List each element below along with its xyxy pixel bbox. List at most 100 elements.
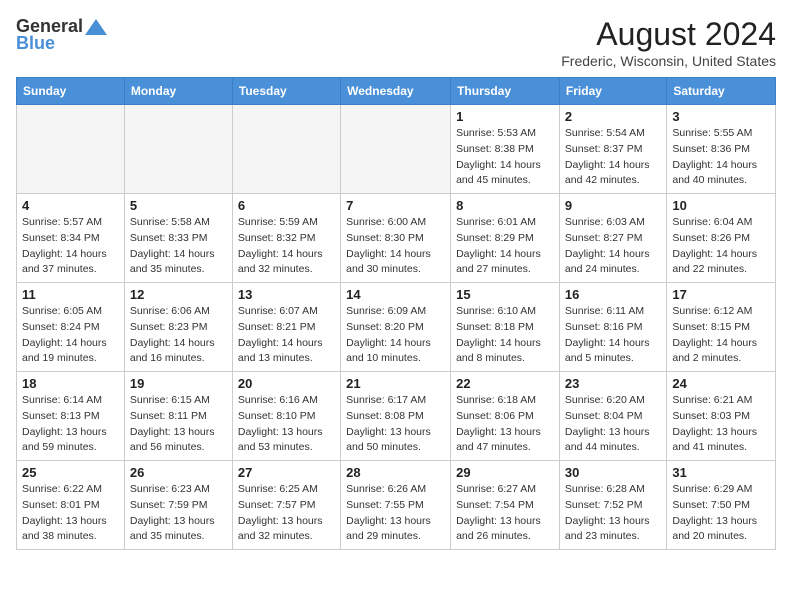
col-friday: Friday — [559, 78, 666, 105]
day-detail: Sunrise: 6:09 AMSunset: 8:20 PMDaylight:… — [346, 304, 445, 367]
day-number: 28 — [346, 465, 445, 480]
day-detail: Sunrise: 6:29 AMSunset: 7:50 PMDaylight:… — [672, 482, 770, 545]
col-sunday: Sunday — [17, 78, 125, 105]
day-number: 1 — [456, 109, 554, 124]
calendar-cell: 22Sunrise: 6:18 AMSunset: 8:06 PMDayligh… — [451, 372, 560, 461]
calendar-cell: 19 Sunrise: 6:15 AMSunset: 8:11 PMDayligh… — [124, 372, 232, 461]
day-number: 19 — [130, 376, 227, 391]
day-number: 20 — [238, 376, 335, 391]
calendar-cell: 29 Sunrise: 6:27 AMSunset: 7:54 PMDayligh… — [451, 461, 560, 550]
calendar-week-row: 4 Sunrise: 5:57 AMSunset: 8:34 PMDaylight… — [17, 194, 776, 283]
calendar-cell: 7Sunrise: 6:00 AMSunset: 8:30 PMDaylight… — [341, 194, 451, 283]
calendar-week-row: 18 Sunrise: 6:14 AMSunset: 8:13 PMDayligh… — [17, 372, 776, 461]
day-number: 10 — [672, 198, 770, 213]
logo-icon — [85, 19, 107, 35]
calendar-cell: 14 Sunrise: 6:09 AMSunset: 8:20 PMDayligh… — [341, 283, 451, 372]
day-detail: Sunrise: 6:27 AMSunset: 7:54 PMDaylight:… — [456, 482, 554, 545]
calendar-cell: 15 Sunrise: 6:10 AMSunset: 8:18 PMDayligh… — [451, 283, 560, 372]
calendar-cell: 18 Sunrise: 6:14 AMSunset: 8:13 PMDayligh… — [17, 372, 125, 461]
calendar-cell — [17, 105, 125, 194]
day-detail: Sunrise: 6:12 AMSunset: 8:15 PMDaylight:… — [672, 304, 770, 367]
calendar-cell: 2 Sunrise: 5:54 AMSunset: 8:37 PMDaylight… — [559, 105, 666, 194]
title-area: August 2024 Frederic, Wisconsin, United … — [561, 16, 776, 69]
day-detail: Sunrise: 6:16 AMSunset: 8:10 PMDaylight:… — [238, 393, 335, 456]
day-detail: Sunrise: 6:14 AMSunset: 8:13 PMDaylight:… — [22, 393, 119, 456]
day-number: 21 — [346, 376, 445, 391]
day-detail: Sunrise: 5:53 AMSunset: 8:38 PMDaylight:… — [456, 126, 554, 189]
day-detail: Sunrise: 6:26 AMSunset: 7:55 PMDaylight:… — [346, 482, 445, 545]
day-number: 24 — [672, 376, 770, 391]
day-detail: Sunrise: 5:59 AMSunset: 8:32 PMDaylight:… — [238, 215, 335, 278]
calendar-cell: 5 Sunrise: 5:58 AMSunset: 8:33 PMDaylight… — [124, 194, 232, 283]
col-monday: Monday — [124, 78, 232, 105]
day-detail: Sunrise: 6:23 AMSunset: 7:59 PMDaylight:… — [130, 482, 227, 545]
calendar-cell: 31 Sunrise: 6:29 AMSunset: 7:50 PMDayligh… — [667, 461, 776, 550]
day-number: 25 — [22, 465, 119, 480]
day-number: 29 — [456, 465, 554, 480]
calendar-cell: 12Sunrise: 6:06 AMSunset: 8:23 PMDayligh… — [124, 283, 232, 372]
day-number: 7 — [346, 198, 445, 213]
calendar-header-row: Sunday Monday Tuesday Wednesday Thursday… — [17, 78, 776, 105]
day-detail: Sunrise: 6:04 AMSunset: 8:26 PMDaylight:… — [672, 215, 770, 278]
day-detail: Sunrise: 6:22 AMSunset: 8:01 PMDaylight:… — [22, 482, 119, 545]
day-number: 26 — [130, 465, 227, 480]
col-wednesday: Wednesday — [341, 78, 451, 105]
day-number: 17 — [672, 287, 770, 302]
calendar-cell: 21 Sunrise: 6:17 AMSunset: 8:08 PMDayligh… — [341, 372, 451, 461]
day-number: 11 — [22, 287, 119, 302]
day-number: 12 — [130, 287, 227, 302]
day-number: 27 — [238, 465, 335, 480]
calendar-cell: 30 Sunrise: 6:28 AMSunset: 7:52 PMDayligh… — [559, 461, 666, 550]
day-detail: Sunrise: 5:58 AMSunset: 8:33 PMDaylight:… — [130, 215, 227, 278]
day-number: 23 — [565, 376, 661, 391]
calendar-table: Sunday Monday Tuesday Wednesday Thursday… — [16, 77, 776, 550]
calendar-week-row: 11 Sunrise: 6:05 AMSunset: 8:24 PMDayligh… — [17, 283, 776, 372]
calendar-cell: 3Sunrise: 5:55 AMSunset: 8:36 PMDaylight… — [667, 105, 776, 194]
day-detail: Sunrise: 6:03 AMSunset: 8:27 PMDaylight:… — [565, 215, 661, 278]
day-detail: Sunrise: 6:21 AMSunset: 8:03 PMDaylight:… — [672, 393, 770, 456]
calendar-cell: 26 Sunrise: 6:23 AMSunset: 7:59 PMDayligh… — [124, 461, 232, 550]
calendar-cell: 13Sunrise: 6:07 AMSunset: 8:21 PMDayligh… — [232, 283, 340, 372]
day-detail: Sunrise: 6:05 AMSunset: 8:24 PMDaylight:… — [22, 304, 119, 367]
calendar-cell: 10 Sunrise: 6:04 AMSunset: 8:26 PMDayligh… — [667, 194, 776, 283]
day-number: 14 — [346, 287, 445, 302]
day-detail: Sunrise: 5:57 AMSunset: 8:34 PMDaylight:… — [22, 215, 119, 278]
calendar-cell: 11 Sunrise: 6:05 AMSunset: 8:24 PMDayligh… — [17, 283, 125, 372]
calendar-cell: 6Sunrise: 5:59 AMSunset: 8:32 PMDaylight… — [232, 194, 340, 283]
day-detail: Sunrise: 6:28 AMSunset: 7:52 PMDaylight:… — [565, 482, 661, 545]
day-detail: Sunrise: 6:20 AMSunset: 8:04 PMDaylight:… — [565, 393, 661, 456]
calendar-cell — [232, 105, 340, 194]
col-saturday: Saturday — [667, 78, 776, 105]
day-number: 15 — [456, 287, 554, 302]
day-number: 8 — [456, 198, 554, 213]
calendar-cell: 1 Sunrise: 5:53 AMSunset: 8:38 PMDaylight… — [451, 105, 560, 194]
calendar-week-row: 1 Sunrise: 5:53 AMSunset: 8:38 PMDaylight… — [17, 105, 776, 194]
day-detail: Sunrise: 5:55 AMSunset: 8:36 PMDaylight:… — [672, 126, 770, 189]
month-year-title: August 2024 — [561, 16, 776, 53]
day-detail: Sunrise: 6:25 AMSunset: 7:57 PMDaylight:… — [238, 482, 335, 545]
day-detail: Sunrise: 6:01 AMSunset: 8:29 PMDaylight:… — [456, 215, 554, 278]
day-number: 5 — [130, 198, 227, 213]
day-detail: Sunrise: 5:54 AMSunset: 8:37 PMDaylight:… — [565, 126, 661, 189]
day-number: 18 — [22, 376, 119, 391]
calendar-cell: 24 Sunrise: 6:21 AMSunset: 8:03 PMDayligh… — [667, 372, 776, 461]
day-detail: Sunrise: 6:15 AMSunset: 8:11 PMDaylight:… — [130, 393, 227, 456]
logo: General Blue — [16, 16, 107, 54]
calendar-cell: 27 Sunrise: 6:25 AMSunset: 7:57 PMDayligh… — [232, 461, 340, 550]
calendar-cell — [124, 105, 232, 194]
page-header: General Blue August 2024 Frederic, Wisco… — [16, 16, 776, 69]
day-number: 16 — [565, 287, 661, 302]
location-text: Frederic, Wisconsin, United States — [561, 53, 776, 69]
day-detail: Sunrise: 6:10 AMSunset: 8:18 PMDaylight:… — [456, 304, 554, 367]
day-number: 9 — [565, 198, 661, 213]
calendar-cell: 9 Sunrise: 6:03 AMSunset: 8:27 PMDaylight… — [559, 194, 666, 283]
day-number: 31 — [672, 465, 770, 480]
day-detail: Sunrise: 6:07 AMSunset: 8:21 PMDaylight:… — [238, 304, 335, 367]
calendar-cell: 28 Sunrise: 6:26 AMSunset: 7:55 PMDayligh… — [341, 461, 451, 550]
calendar-cell — [341, 105, 451, 194]
day-number: 2 — [565, 109, 661, 124]
day-number: 4 — [22, 198, 119, 213]
day-detail: Sunrise: 6:17 AMSunset: 8:08 PMDaylight:… — [346, 393, 445, 456]
calendar-cell: 4 Sunrise: 5:57 AMSunset: 8:34 PMDaylight… — [17, 194, 125, 283]
day-number: 30 — [565, 465, 661, 480]
